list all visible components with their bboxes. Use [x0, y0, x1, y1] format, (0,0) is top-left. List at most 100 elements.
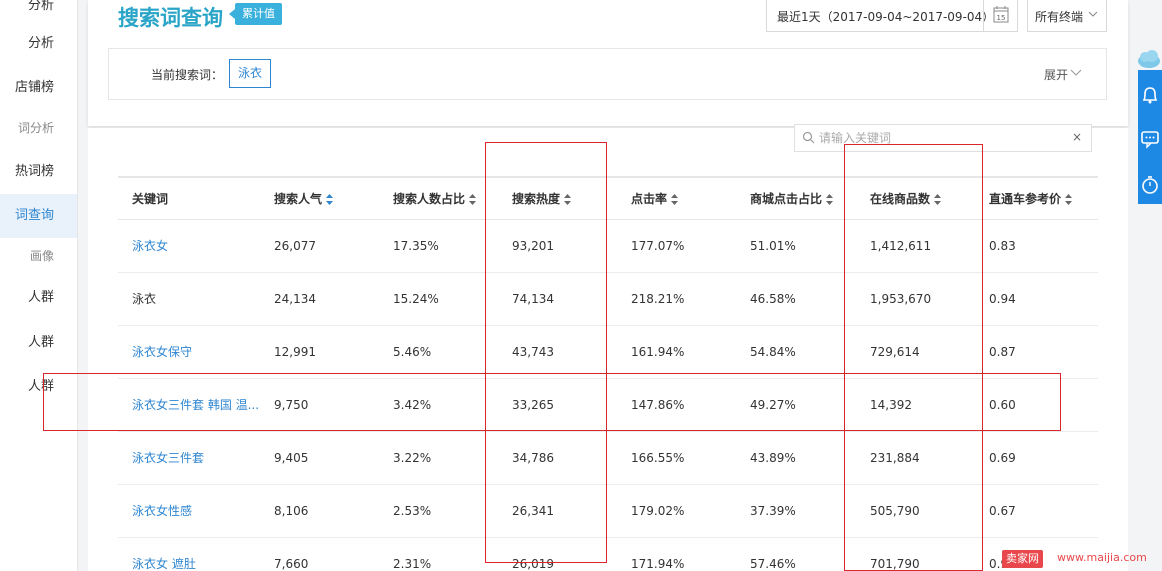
table-cell: 505,790 — [856, 484, 975, 538]
sidebar-item[interactable]: 人群 — [0, 365, 77, 409]
date-range-text: 最近1天（2017-09-04~2017-09-04） — [777, 10, 995, 24]
table-cell: 15.24% — [379, 272, 498, 326]
table-body: 泳衣女 26,077 17.35% 93,201 177.07% 51.01% 1,412,… — [118, 219, 1098, 571]
stopwatch-icon — [1142, 176, 1158, 194]
sort-icon[interactable] — [934, 193, 942, 205]
sort-icon[interactable] — [671, 193, 679, 205]
table-cell: 14,392 — [856, 378, 975, 432]
column-header[interactable]: 搜索人气 — [260, 176, 379, 220]
column-header[interactable]: 直通车参考价 — [975, 176, 1098, 220]
terminal-select[interactable]: 所有终端 — [1027, 0, 1107, 32]
table-cell: 701,790 — [856, 537, 975, 571]
notification-button[interactable] — [1138, 74, 1162, 114]
table-cell: 2.31% — [379, 537, 498, 571]
sidebar-item[interactable]: 人群 — [0, 321, 77, 365]
table-cell: 9,750 — [260, 378, 379, 432]
table-cell: 49.27% — [736, 378, 856, 432]
sidebar-item[interactable]: 画像 — [0, 234, 77, 278]
keyword-cell[interactable]: 泳衣女 遮肚 — [118, 537, 260, 571]
table-cell: 51.01% — [736, 219, 856, 273]
table-cell: 1,412,611 — [856, 219, 975, 273]
chevron-down-icon[interactable] — [1070, 67, 1082, 79]
table-cell: 33,265 — [498, 378, 617, 432]
table-cell: 1,953,670 — [856, 272, 975, 326]
table-cell: 231,884 — [856, 431, 975, 485]
keyword-cell[interactable]: 泳衣女 — [118, 219, 260, 273]
column-header[interactable]: 点击率 — [617, 176, 736, 220]
table-cell: 26,077 — [260, 219, 379, 273]
table-cell: 26,341 — [498, 484, 617, 538]
table-cell: 179.02% — [617, 484, 736, 538]
current-term-tag[interactable]: 泳衣 — [229, 59, 272, 88]
table-cell: 147.86% — [617, 378, 736, 432]
table-cell: 74,134 — [498, 272, 617, 326]
chevron-down-icon — [1088, 11, 1098, 17]
table-cell: 0.87 — [975, 325, 1098, 379]
table-row: 泳衣女性感 8,106 2.53% 26,341 179.02% 37.39% 505,79… — [118, 484, 1098, 538]
table-cell: 8,106 — [260, 484, 379, 538]
table-cell: 166.55% — [617, 431, 736, 485]
floating-toolbar — [1138, 70, 1162, 204]
sort-icon[interactable] — [826, 193, 834, 205]
keyword-cell[interactable]: 泳衣女性感 — [118, 484, 260, 538]
sidebar-item[interactable]: 热词榜 — [0, 150, 77, 194]
sidebar-item-active[interactable]: 词查询 — [0, 194, 77, 238]
sort-icon[interactable] — [564, 193, 572, 205]
chat-button[interactable] — [1138, 118, 1162, 158]
column-header[interactable]: 搜索热度 — [498, 176, 617, 220]
current-term-label: 当前搜索词： — [151, 68, 224, 82]
keyword-cell: 泳衣 — [118, 272, 260, 326]
chat-icon — [1141, 131, 1159, 149]
keyword-search-box[interactable]: × — [794, 124, 1092, 152]
keyword-search-input[interactable] — [819, 128, 1059, 148]
table-cell: 729,614 — [856, 325, 975, 379]
column-header[interactable]: 搜索人数占比 — [379, 176, 498, 220]
table-row: 泳衣女 26,077 17.35% 93,201 177.07% 51.01% 1,412,… — [118, 219, 1098, 273]
table-row: 泳衣女保守 12,991 5.46% 43,743 161.94% 54.84% 729,6… — [118, 325, 1098, 379]
sort-icon[interactable] — [1065, 193, 1073, 205]
table-cell: 46.58% — [736, 272, 856, 326]
column-header-keyword: 关键词 — [118, 176, 260, 220]
table-cell: 0.83 — [975, 219, 1098, 273]
timer-button[interactable] — [1138, 164, 1162, 204]
sidebar-item[interactable]: 词分析 — [0, 106, 77, 150]
table-cell: 218.21% — [617, 272, 736, 326]
sidebar-item[interactable]: 人群 — [0, 276, 77, 320]
table-cell: 0.69 — [975, 431, 1098, 485]
sort-icon[interactable] — [469, 193, 477, 205]
table-cell: 3.22% — [379, 431, 498, 485]
table-cell: 0.67 — [975, 484, 1098, 538]
calendar-button[interactable]: 15 — [983, 0, 1017, 31]
table-cell: 9,405 — [260, 431, 379, 485]
results-panel: × 关键词搜索人气搜索人数占比搜索热度点击率商城点击占比在线商品数直通车参考价 … — [88, 124, 1128, 571]
table-cell: 17.35% — [379, 219, 498, 273]
table-cell: 12,991 — [260, 325, 379, 379]
column-header[interactable]: 商城点击占比 — [736, 176, 856, 220]
column-header[interactable]: 在线商品数 — [856, 176, 975, 220]
keyword-cell[interactable]: 泳衣女三件套 — [118, 431, 260, 485]
table-cell: 43,743 — [498, 325, 617, 379]
table-cell: 7,660 — [260, 537, 379, 571]
expand-toggle[interactable]: 展开 — [1044, 66, 1068, 83]
cloud-icon — [1138, 50, 1160, 68]
close-icon[interactable]: × — [1072, 130, 1082, 144]
table-cell: 93,201 — [498, 219, 617, 273]
date-range-picker[interactable]: 最近1天（2017-09-04~2017-09-04） 15 — [766, 0, 1018, 32]
search-icon — [802, 131, 815, 144]
table-cell: 24,134 — [260, 272, 379, 326]
keyword-cell[interactable]: 泳衣女三件套 韩国 温... — [118, 378, 260, 432]
table-cell: 26,019 — [498, 537, 617, 571]
sidebar-item[interactable]: 店铺榜 — [0, 66, 77, 110]
table-cell: 2.53% — [379, 484, 498, 538]
table-cell: 171.94% — [617, 537, 736, 571]
table-cell: 0.94 — [975, 272, 1098, 326]
sort-icon[interactable] — [326, 193, 334, 205]
table-cell: 43.89% — [736, 431, 856, 485]
sidebar: 分析 分析 店铺榜 词分析 热词榜 词查询 画像 人群 人群 人群 — [0, 0, 78, 571]
keyword-cell[interactable]: 泳衣女保守 — [118, 325, 260, 379]
sidebar-item[interactable]: 分析 — [0, 22, 77, 66]
table-cell: 57.46% — [736, 537, 856, 571]
header-panel: 搜索词查询 累计值 最近1天（2017-09-04~2017-09-04） 15… — [88, 0, 1128, 126]
table-cell: 37.39% — [736, 484, 856, 538]
table-cell: 54.84% — [736, 325, 856, 379]
